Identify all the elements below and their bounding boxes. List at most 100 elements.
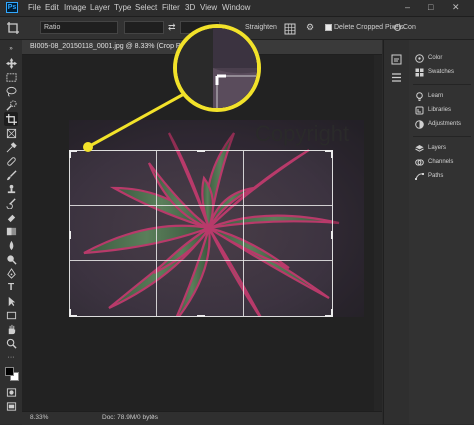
color-swatches[interactable] — [4, 366, 20, 382]
history-brush-tool-icon[interactable] — [4, 196, 18, 210]
menu-layer[interactable]: Layer — [90, 3, 110, 12]
overlay-grid-icon[interactable] — [284, 22, 296, 35]
hand-tool-icon[interactable] — [4, 322, 18, 336]
eyedropper-tool-icon[interactable] — [4, 140, 18, 154]
adjustments-icon — [415, 119, 424, 129]
swatches-grid-icon — [415, 68, 424, 77]
panel-swatches[interactable]: Swatches — [415, 66, 454, 78]
panel-channels[interactable]: Channels — [415, 156, 453, 168]
type-tool-icon[interactable]: T — [4, 280, 18, 294]
panel-layers-label: Layers — [428, 145, 447, 151]
rectangle-tool-icon[interactable] — [4, 308, 18, 322]
channels-icon — [415, 158, 424, 167]
panel-learn[interactable]: Learn — [415, 90, 443, 102]
document-info[interactable]: Doc: 78.9M/0 bytes — [102, 414, 158, 421]
menu-filter[interactable]: Filter — [162, 3, 180, 12]
menu-window[interactable]: Window — [222, 3, 250, 12]
crop-settings-gear-icon[interactable]: ⚙ — [306, 22, 314, 33]
crop-width-field[interactable] — [124, 21, 164, 34]
healing-brush-tool-icon[interactable] — [4, 154, 18, 168]
blur-tool-icon[interactable] — [4, 238, 18, 252]
crop-tool-icon[interactable] — [4, 112, 18, 126]
panel-divider — [413, 84, 471, 85]
status-bar: 8.33% Doc: 78.9M/0 bytes › — [22, 411, 382, 425]
dodge-tool-icon[interactable] — [4, 252, 18, 266]
lightbulb-icon — [415, 91, 424, 101]
crop-handle-top[interactable] — [197, 150, 205, 152]
swap-dimensions-icon[interactable]: ⇄ — [168, 22, 176, 33]
color-wheel-icon — [415, 53, 424, 63]
path-selection-tool-icon[interactable] — [4, 294, 18, 308]
paths-icon — [415, 172, 424, 181]
toolbar-collapse-icon[interactable]: » — [4, 42, 18, 56]
foreground-color-swatch[interactable] — [5, 367, 14, 376]
pen-tool-icon[interactable] — [4, 266, 18, 280]
crop-handle-right[interactable] — [331, 231, 333, 239]
panel-layers[interactable]: Layers — [415, 142, 446, 154]
ratio-dropdown[interactable]: Ratio — [40, 21, 118, 34]
menu-edit[interactable]: Edit — [45, 3, 59, 12]
menu-type[interactable]: Type — [114, 3, 131, 12]
panel-swatches-label: Swatches — [428, 69, 455, 75]
quick-selection-tool-icon[interactable] — [4, 98, 18, 112]
menu-file[interactable]: File — [28, 3, 41, 12]
history-panel-icon[interactable] — [391, 52, 402, 65]
menu-image[interactable]: Image — [64, 3, 86, 12]
straighten-label[interactable]: Straighten — [245, 24, 277, 31]
crop-handle-top-right-v — [331, 150, 333, 158]
panel-dock: Color Swatches Learn Libraries Adjustmen… — [409, 40, 474, 424]
quick-mask-icon[interactable] — [4, 385, 18, 399]
magnified-callout — [173, 24, 261, 112]
panel-paths[interactable]: Paths — [415, 170, 443, 182]
close-window-button[interactable]: ✕ — [452, 2, 460, 13]
crop-handle-top-left-v — [69, 150, 71, 158]
lasso-tool-icon[interactable] — [4, 84, 18, 98]
crop-handle-bottom-right-v — [331, 309, 333, 317]
move-tool-icon[interactable] — [4, 56, 18, 70]
menu-3d[interactable]: 3D — [185, 3, 195, 12]
brush-tool-icon[interactable] — [4, 168, 18, 182]
panel-libraries-label: Libraries — [428, 107, 452, 113]
minimize-button[interactable]: – — [405, 2, 410, 12]
photoshop-logo: Ps — [6, 2, 18, 13]
vertical-scrollbar[interactable] — [374, 55, 382, 411]
eraser-tool-icon[interactable] — [4, 210, 18, 224]
crop-handle-bottom[interactable] — [197, 315, 205, 317]
crop-grid-line — [70, 205, 332, 207]
marquee-tool-icon[interactable] — [4, 70, 18, 84]
panel-libraries[interactable]: Libraries — [415, 104, 451, 116]
content-aware-label: Con — [403, 24, 416, 31]
edit-toolbar-icon[interactable]: ··· — [4, 350, 18, 364]
crop-handle-bottom-left-v — [69, 309, 71, 317]
clone-stamp-tool-icon[interactable] — [4, 182, 18, 196]
panel-divider — [413, 136, 471, 137]
crop-box[interactable] — [69, 150, 333, 317]
properties-panel-icon[interactable] — [391, 70, 402, 82]
tools-panel: » T ··· — [0, 40, 23, 424]
screen-mode-icon[interactable] — [4, 399, 18, 413]
panel-color[interactable]: Color — [415, 52, 442, 64]
zoom-tool-icon[interactable] — [4, 336, 18, 350]
menu-bar: Ps File Edit Image Layer Type Select Fil… — [0, 0, 474, 17]
crop-grid-line — [156, 151, 158, 316]
panel-paths-label: Paths — [428, 173, 444, 179]
frame-tool-icon[interactable] — [4, 126, 18, 140]
status-menu-arrow-icon[interactable]: › — [152, 413, 154, 420]
delete-cropped-checkbox[interactable] — [325, 24, 332, 31]
panel-color-label: Color — [428, 55, 443, 61]
panel-learn-label: Learn — [428, 93, 444, 99]
collapsed-panel-strip — [383, 40, 409, 424]
crop-handle-left[interactable] — [69, 231, 71, 239]
copyright-watermark: Copyright — [255, 121, 350, 146]
zoom-level[interactable]: 8.33% — [30, 414, 48, 421]
content-aware-checkbox[interactable] — [394, 24, 401, 31]
panel-channels-label: Channels — [428, 159, 454, 165]
crop-tool-preset-icon[interactable] — [6, 21, 20, 35]
maximize-button[interactable]: □ — [428, 2, 433, 12]
menu-select[interactable]: Select — [135, 3, 157, 12]
panel-adjustments[interactable]: Adjustments — [415, 118, 461, 130]
gradient-tool-icon[interactable] — [4, 224, 18, 238]
layers-icon — [415, 144, 424, 153]
menu-view[interactable]: View — [200, 3, 217, 12]
libraries-icon — [415, 106, 424, 115]
